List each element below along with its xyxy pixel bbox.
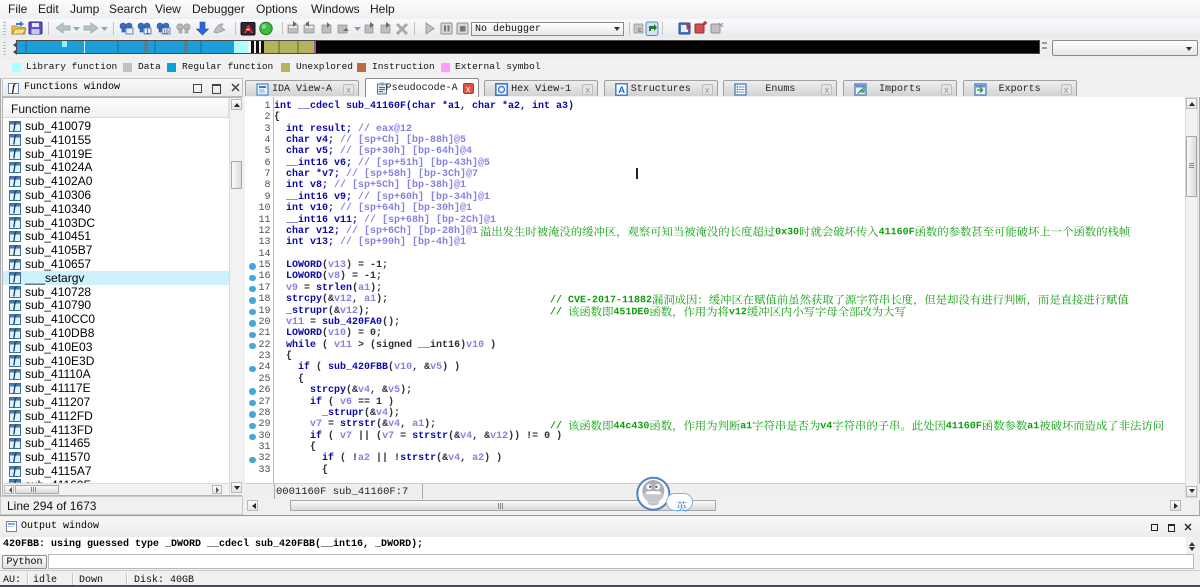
svg-text:c: c	[638, 27, 642, 34]
svg-text:10: 10	[163, 30, 169, 36]
